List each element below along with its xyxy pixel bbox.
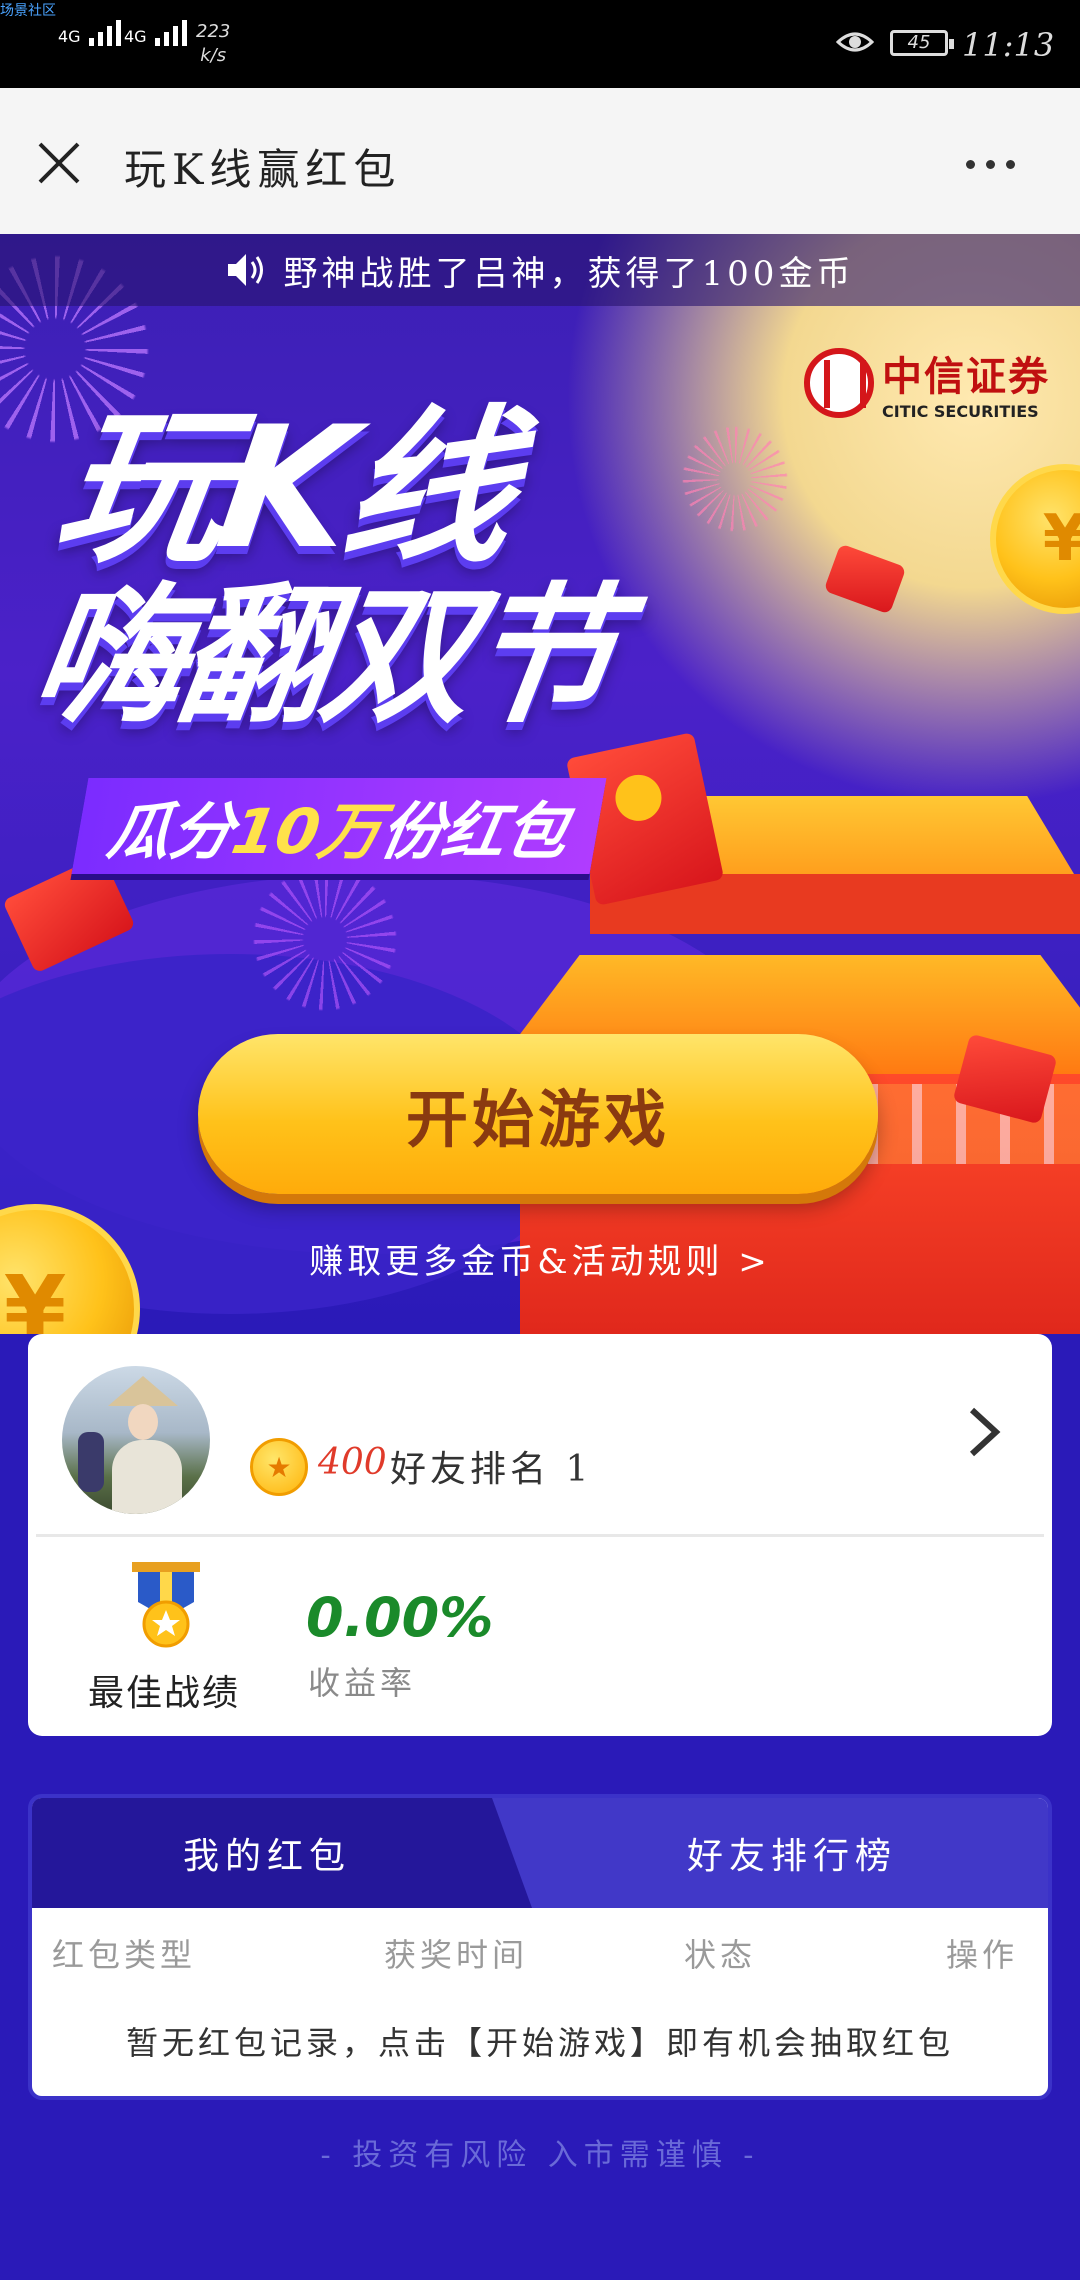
- hero-title-line2: 嗨翻双节: [23, 570, 624, 744]
- signal-icon-sim1: 4G: [58, 20, 121, 46]
- empty-state-message: 暂无红包记录，点击【开始游戏】即有机会抽取红包: [125, 2024, 954, 2062]
- battery-level: 45: [907, 32, 931, 53]
- speaker-icon: [227, 254, 263, 286]
- gold-coin-icon: ★: [250, 1438, 308, 1496]
- coin-symbol: ★: [266, 1450, 292, 1484]
- network-speed: 223 k/s: [196, 20, 230, 68]
- best-record-label: 最佳战绩: [88, 1673, 241, 1714]
- signal-icon-sim2: 4G: [124, 20, 187, 46]
- medal-icon: [132, 1562, 200, 1648]
- logo-name-en: CITIC SECURITIES: [882, 402, 1039, 421]
- records-card: 我的红包 好友排行榜 红包类型 获奖时间 状态 操作 暂无红包记录，点击【开始游…: [28, 1794, 1052, 2100]
- tab-my-red-envelopes[interactable]: 我的红包: [32, 1798, 532, 1908]
- hero-subtitle-prefix: 瓜分: [102, 795, 240, 868]
- firework-decoration: [680, 424, 790, 534]
- title-bar: 玩K线赢红包: [0, 88, 1080, 234]
- return-rate-value: 0.00%: [306, 1586, 494, 1649]
- avatar[interactable]: [62, 1366, 210, 1514]
- column-header: 获奖时间: [384, 1936, 529, 1974]
- risk-disclaimer: - 投资有风险 入市需谨慎 -: [320, 2138, 760, 2173]
- gold-coin-decoration: ¥: [990, 464, 1080, 614]
- more-options-icon[interactable]: [966, 160, 1015, 169]
- citic-logo-mark: [804, 347, 874, 418]
- hero-title-line1: 玩K线: [45, 390, 522, 586]
- column-header: 操作: [946, 1936, 1019, 1974]
- hero-subtitle: 瓜分 10万 份红包: [71, 778, 607, 874]
- return-rate-label: 收益率: [308, 1664, 417, 1702]
- firework-decoration: [250, 864, 400, 1014]
- coin-symbol: ¥: [1042, 502, 1080, 576]
- corner-tag: 场景社区: [0, 3, 56, 19]
- column-header: 红包类型: [52, 1936, 197, 1974]
- hero-subtitle-highlight: 10万: [226, 795, 388, 868]
- chevron-right-icon[interactable]: [964, 1404, 1004, 1460]
- network-speed-unit: k/s: [200, 45, 227, 66]
- eye-comfort-icon: [836, 32, 874, 52]
- tab-friend-ranking[interactable]: 好友排行榜: [532, 1798, 1048, 1908]
- close-icon[interactable]: [34, 138, 84, 188]
- signal-label-sim1: 4G: [58, 27, 81, 46]
- coin-count: 400: [318, 1442, 387, 1483]
- divider: [36, 1534, 1044, 1537]
- logo-name-cn: 中信证券: [882, 354, 1050, 400]
- ticker-text: 野神战胜了吕神，获得了100金币: [283, 253, 855, 294]
- start-game-button[interactable]: 开始游戏: [198, 1034, 878, 1194]
- friend-rank: 好友排名 1: [390, 1449, 593, 1490]
- rules-link[interactable]: 赚取更多金币&活动规则 >: [0, 1234, 1080, 1283]
- network-speed-value: 223: [196, 21, 231, 42]
- clock: 11:13: [962, 26, 1055, 64]
- red-envelope-decoration: [823, 543, 907, 615]
- status-bar: 场景社区 4G 4G 223 k/s 45 11:13: [0, 0, 1080, 88]
- battery-icon: 45: [890, 30, 954, 56]
- column-header: 状态: [684, 1936, 757, 1974]
- page-title: 玩K线赢红包: [124, 145, 402, 194]
- news-ticker: 野神战胜了吕神，获得了100金币: [0, 234, 1080, 306]
- hero-subtitle-suffix: 份红包: [374, 795, 574, 868]
- hero-title: 玩K线 嗨翻双节: [23, 390, 647, 744]
- profile-card: ★ 400 好友排名 1 最佳战绩 0.00% 收益率: [28, 1334, 1052, 1736]
- signal-label-sim2: 4G: [124, 27, 147, 46]
- citic-logo: 中信证券 CITIC SECURITIES: [804, 344, 1050, 421]
- tab-bar: 我的红包 好友排行榜: [32, 1798, 1048, 1908]
- hero-banner: ¥ ¥ 野神战胜了吕神，获得了100金币 中信证券 CITIC SECURITI…: [0, 234, 1080, 1334]
